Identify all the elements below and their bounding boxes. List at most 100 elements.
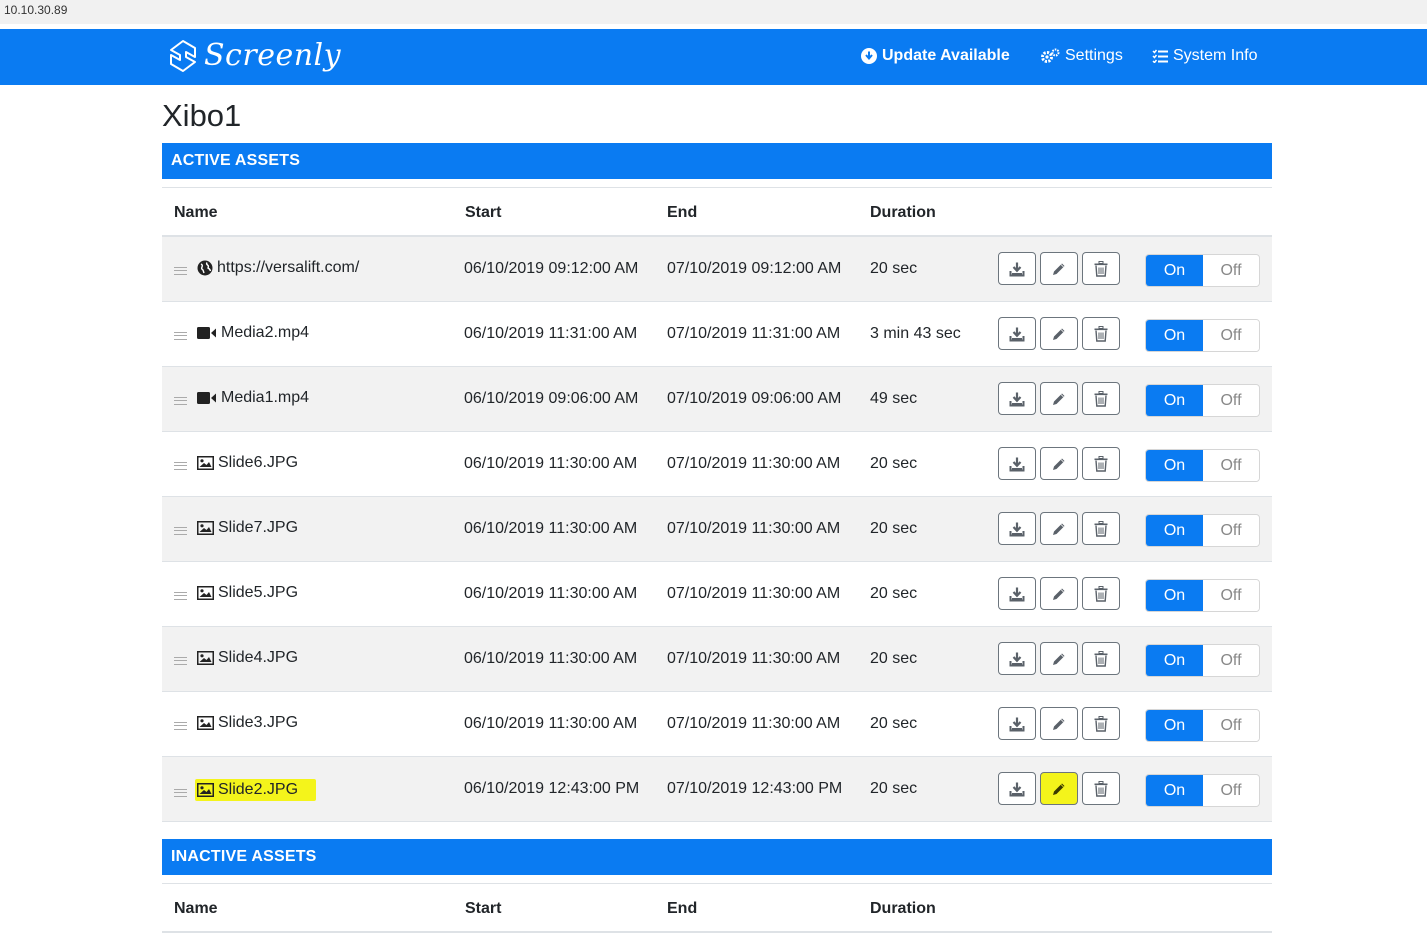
toggle-on[interactable]: On (1146, 320, 1203, 351)
update-label: Update Available (882, 47, 1010, 64)
asset-name-wrap: Slide2.JPG (195, 779, 317, 801)
delete-button[interactable] (1082, 512, 1120, 545)
asset-start: 06/10/2019 09:06:00 AM (464, 390, 639, 407)
drag-handle-icon[interactable] (174, 722, 187, 730)
toggle-on[interactable]: On (1146, 580, 1203, 611)
edit-button[interactable] (1040, 707, 1078, 740)
enable-toggle[interactable]: On Off (1145, 774, 1260, 807)
download-button[interactable] (998, 447, 1036, 480)
toggle-off[interactable]: Off (1203, 645, 1259, 676)
pencil-icon (1051, 781, 1067, 797)
toggle-off[interactable]: Off (1203, 255, 1259, 286)
edit-button[interactable] (1040, 512, 1078, 545)
delete-button[interactable] (1082, 252, 1120, 285)
toggle-off[interactable]: Off (1203, 580, 1259, 611)
download-button[interactable] (998, 707, 1036, 740)
download-button[interactable] (998, 317, 1036, 350)
asset-start: 06/10/2019 12:43:00 PM (464, 780, 640, 797)
enable-toggle[interactable]: On Off (1145, 384, 1260, 417)
enable-toggle[interactable]: On Off (1145, 319, 1260, 352)
toggle-on[interactable]: On (1146, 775, 1203, 806)
drag-handle-icon[interactable] (174, 592, 187, 600)
trash-icon (1094, 390, 1108, 407)
download-button[interactable] (998, 512, 1036, 545)
drag-handle-icon[interactable] (174, 267, 187, 275)
trash-icon (1094, 260, 1108, 277)
toggle-on[interactable]: On (1146, 515, 1203, 546)
asset-name-cell: Slide4.JPG (174, 649, 298, 667)
enable-toggle[interactable]: On Off (1145, 579, 1260, 612)
drag-handle-icon[interactable] (174, 332, 187, 340)
column-header-duration: Duration (870, 204, 936, 221)
asset-start: 06/10/2019 11:30:00 AM (464, 585, 638, 602)
enable-toggle[interactable]: On Off (1145, 709, 1260, 742)
edit-button[interactable] (1040, 642, 1078, 675)
inactive-assets-table: Name Start End Duration (162, 883, 1272, 933)
delete-button[interactable] (1082, 382, 1120, 415)
brand[interactable]: Screenly (168, 38, 341, 73)
drag-handle-icon[interactable] (174, 527, 187, 535)
trash-icon (1094, 455, 1108, 472)
toggle-off[interactable]: Off (1203, 450, 1259, 481)
edit-button[interactable] (1040, 252, 1078, 285)
image-icon (197, 716, 214, 730)
drag-handle-icon[interactable] (174, 462, 187, 470)
image-icon (197, 586, 214, 600)
download-icon (1009, 781, 1025, 797)
download-button[interactable] (998, 382, 1036, 415)
asset-name-cell: Media1.mp4 (174, 389, 309, 407)
toggle-on[interactable]: On (1146, 385, 1203, 416)
system-info-link[interactable]: System Info (1152, 47, 1257, 65)
column-header-end: End (667, 204, 698, 221)
edit-button[interactable] (1040, 577, 1078, 610)
asset-name-wrap: Slide4.JPG (197, 649, 298, 667)
asset-name: https://versalift.com/ (217, 259, 360, 276)
enable-toggle[interactable]: On Off (1145, 449, 1260, 482)
asset-name-wrap: Slide3.JPG (197, 714, 298, 732)
drag-handle-icon[interactable] (174, 657, 187, 665)
download-button[interactable] (998, 772, 1036, 805)
toggle-on[interactable]: On (1146, 710, 1203, 741)
enable-toggle[interactable]: On Off (1145, 254, 1260, 287)
toggle-off[interactable]: Off (1203, 385, 1259, 416)
delete-button[interactable] (1082, 577, 1120, 610)
delete-button[interactable] (1082, 447, 1120, 480)
delete-button[interactable] (1082, 707, 1120, 740)
asset-name-cell: Slide6.JPG (174, 454, 298, 472)
toggle-on[interactable]: On (1146, 450, 1203, 481)
download-button[interactable] (998, 252, 1036, 285)
toggle-on[interactable]: On (1146, 645, 1203, 676)
edit-button[interactable] (1040, 317, 1078, 350)
toggle-on[interactable]: On (1146, 255, 1203, 286)
settings-link[interactable]: Settings (1040, 47, 1123, 65)
table-row: Media2.mp4 06/10/2019 11:31:00 AM 07/10/20… (162, 302, 1272, 367)
toggle-off[interactable]: Off (1203, 710, 1259, 741)
delete-button[interactable] (1082, 317, 1120, 350)
delete-button[interactable] (1082, 642, 1120, 675)
enable-toggle[interactable]: On Off (1145, 514, 1260, 547)
asset-duration: 3 min 43 sec (870, 325, 961, 342)
asset-name: Slide5.JPG (218, 584, 299, 601)
drag-handle-icon[interactable] (174, 789, 187, 797)
edit-button[interactable] (1040, 772, 1078, 805)
drag-handle-icon[interactable] (174, 397, 187, 405)
enable-toggle[interactable]: On Off (1145, 644, 1260, 677)
asset-start: 06/10/2019 11:30:00 AM (464, 715, 638, 732)
table-row: Slide4.JPG 06/10/2019 11:30:00 AM 07/10/20… (162, 627, 1272, 692)
toggle-off[interactable]: Off (1203, 515, 1259, 546)
edit-button[interactable] (1040, 447, 1078, 480)
address-bar[interactable]: 10.10.30.89 (0, 0, 1427, 24)
asset-name: Slide7.JPG (218, 519, 299, 536)
toggle-off[interactable]: Off (1203, 775, 1259, 806)
asset-name-wrap: https://versalift.com/ (197, 259, 359, 277)
delete-button[interactable] (1082, 772, 1120, 805)
update-available-link[interactable]: Update Available (861, 47, 1010, 65)
asset-duration: 20 sec (870, 585, 918, 602)
table-row: Media1.mp4 06/10/2019 09:06:00 AM 07/10/20… (162, 367, 1272, 432)
page-title: Xibo1 (162, 98, 242, 133)
download-button[interactable] (998, 642, 1036, 675)
edit-button[interactable] (1040, 382, 1078, 415)
download-button[interactable] (998, 577, 1036, 610)
toggle-off[interactable]: Off (1203, 320, 1259, 351)
asset-name-cell: Slide3.JPG (174, 714, 298, 732)
